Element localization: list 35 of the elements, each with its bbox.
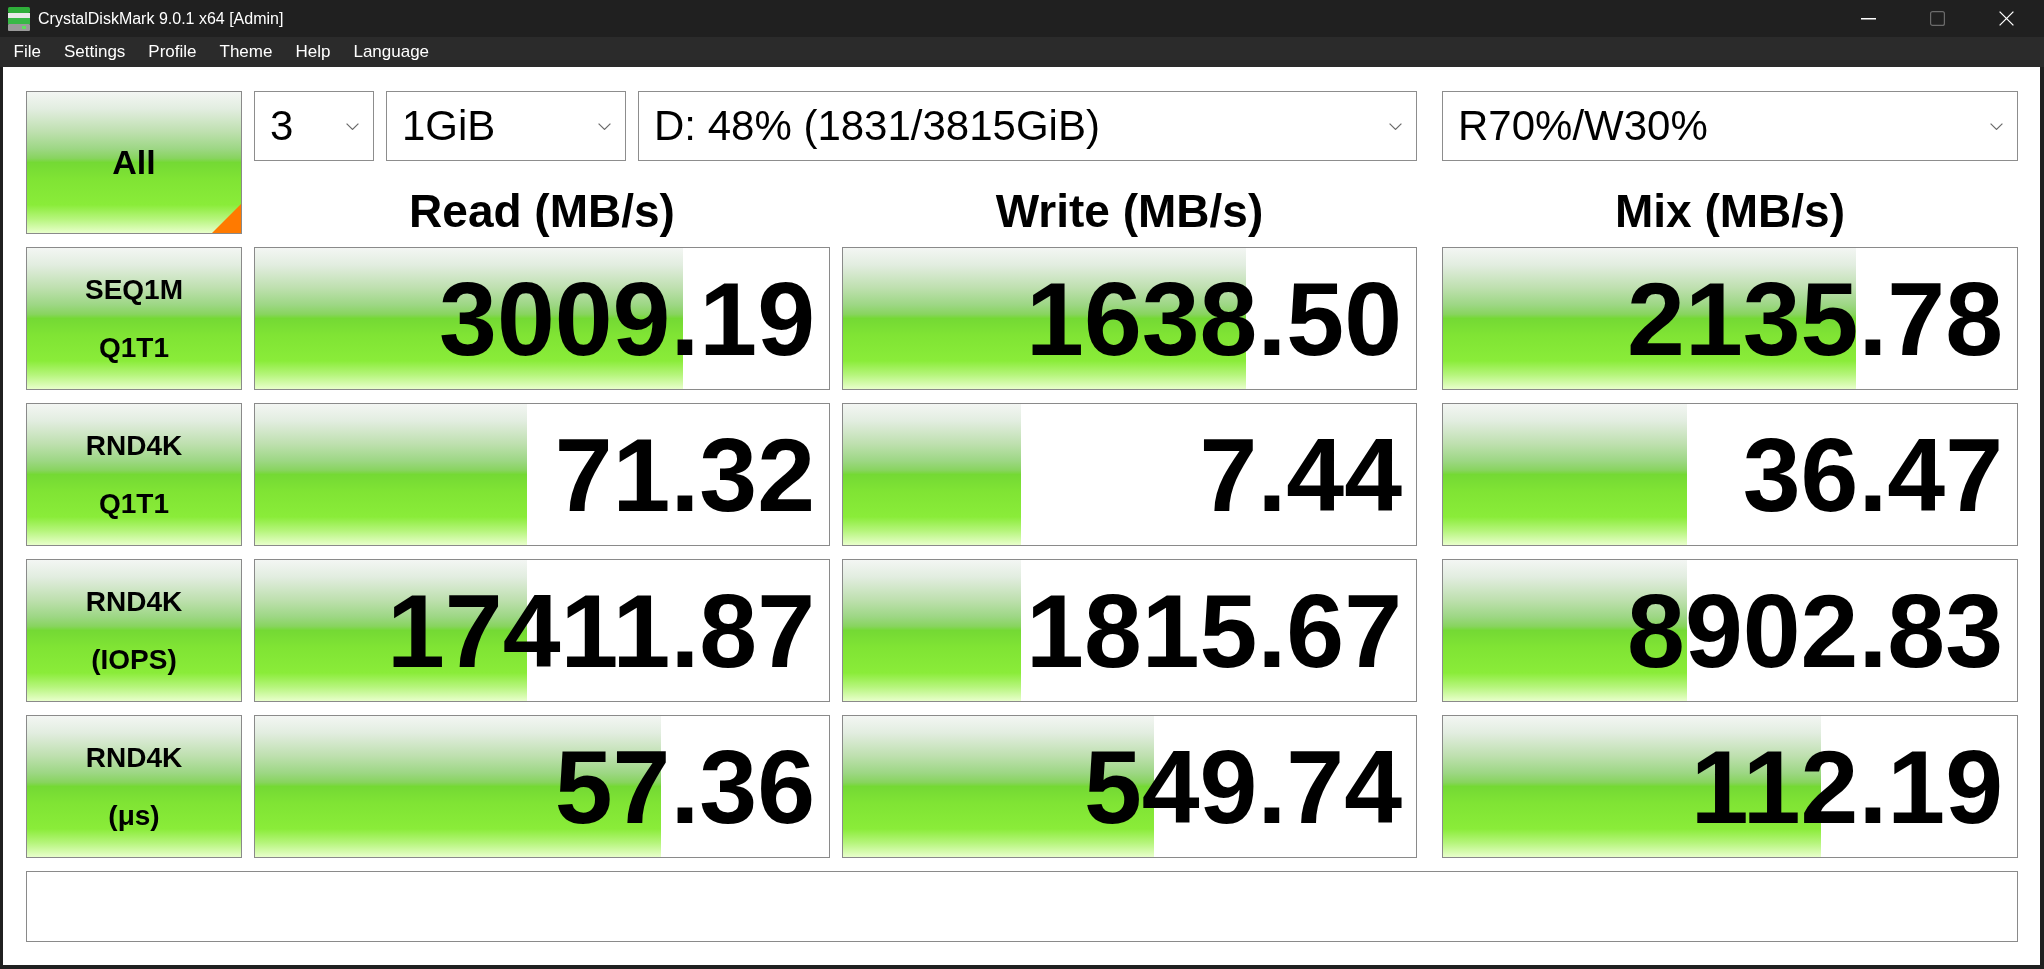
dropdown[interactable]: 3 bbox=[254, 91, 374, 161]
close-icon bbox=[1999, 11, 2014, 26]
menu-item[interactable]: Settings bbox=[52, 42, 137, 62]
result-value: 549.74 bbox=[1083, 734, 1402, 839]
result-value: 112.19 bbox=[1690, 734, 2003, 839]
menu-item[interactable]: File bbox=[2, 42, 53, 62]
chevron-down-icon bbox=[1990, 122, 2003, 130]
result-value: 1815.67 bbox=[1026, 578, 1402, 683]
chevron-down-icon bbox=[598, 122, 611, 130]
corner-triangle-icon bbox=[212, 204, 241, 233]
test-button[interactable]: RND4K (μs) bbox=[26, 715, 242, 858]
test-button[interactable]: RND4K (IOPS) bbox=[26, 559, 242, 702]
result-value: 1638.50 bbox=[1026, 266, 1402, 371]
window-title: CrystalDiskMark 9.0.1 x64 [Admin] bbox=[38, 9, 284, 28]
menu-item[interactable]: Help bbox=[283, 42, 342, 62]
result-value: 8902.83 bbox=[1627, 578, 2003, 683]
all-button[interactable]: All bbox=[26, 91, 242, 234]
comment-field[interactable] bbox=[26, 871, 2018, 942]
dropdown[interactable]: R70%/W30% bbox=[1442, 91, 2018, 161]
test-button[interactable]: RND4K Q1T1 bbox=[26, 403, 242, 546]
chevron-down-icon bbox=[1389, 122, 1402, 130]
result-value: 71.32 bbox=[554, 422, 815, 527]
menu-item[interactable]: Theme bbox=[208, 42, 284, 62]
result-value: 36.47 bbox=[1742, 422, 2003, 527]
dropdown[interactable]: D: 48% (1831/3815GiB) bbox=[638, 91, 1417, 161]
menu-item[interactable]: Profile bbox=[136, 42, 209, 62]
result-value: 17411.87 bbox=[386, 578, 815, 683]
test-button[interactable]: SEQ1M Q1T1 bbox=[26, 247, 242, 390]
dropdown[interactable]: 1GiB bbox=[386, 91, 626, 161]
minimize-icon bbox=[1861, 17, 1876, 20]
result-value: 7.44 bbox=[1199, 422, 1402, 527]
chevron-down-icon bbox=[346, 122, 359, 130]
disk-drive-icon bbox=[8, 6, 30, 31]
result-value: 57.36 bbox=[554, 734, 815, 839]
menu-item[interactable]: Language bbox=[341, 42, 441, 62]
